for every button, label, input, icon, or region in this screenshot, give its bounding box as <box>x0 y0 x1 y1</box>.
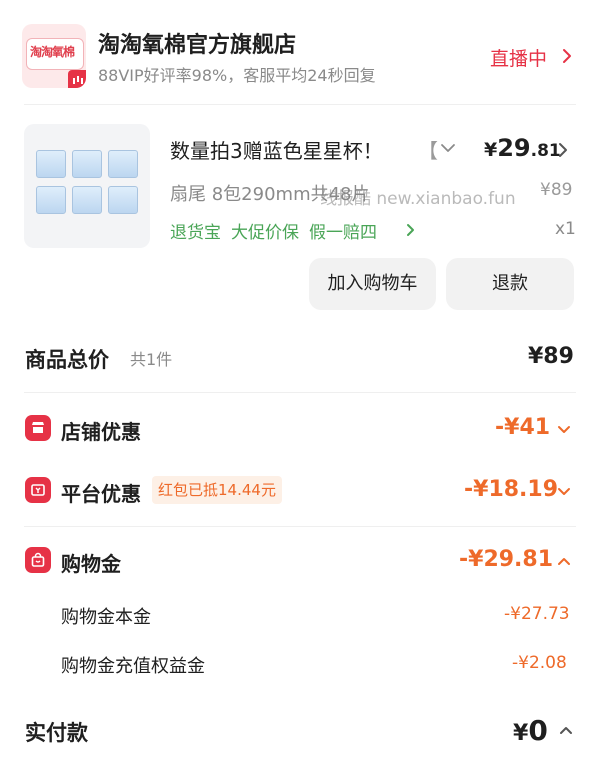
store-name[interactable]: 淘淘氧棉官方旗舰店 <box>98 27 296 59</box>
product-image[interactable] <box>24 124 150 248</box>
red-packet-tag: 红包已抵14.44元 <box>152 476 282 504</box>
service-tag: 假一赔四 <box>309 223 377 243</box>
chevron-down-icon[interactable] <box>556 424 572 436</box>
shopping-credit-value[interactable]: -¥29.81 <box>459 547 553 572</box>
total-count: 共1件 <box>130 350 173 369</box>
divider <box>24 392 576 393</box>
store-icon <box>25 415 51 441</box>
service-tags[interactable]: 退货宝 大促价保 假一赔四 <box>170 218 387 243</box>
store-logo-text: 淘淘氧棉 <box>30 45 75 59</box>
product-title-overflow: 【 <box>418 139 438 163</box>
credit-principal-label: 购物金本金 <box>61 607 151 628</box>
chevron-right-icon[interactable] <box>556 141 570 159</box>
product-original-price: ¥89 <box>540 180 573 200</box>
product-pack-image <box>108 150 138 178</box>
product-pack-image <box>108 186 138 214</box>
credit-bonus-label: 购物金充值权益金 <box>61 656 205 677</box>
live-chart-icon <box>68 70 86 88</box>
amount-paid-label: 实付款 <box>25 721 88 745</box>
store-rating-text: 88VIP好评率98%，客服平均24秒回复 <box>98 66 376 85</box>
chevron-up-icon[interactable] <box>558 724 574 736</box>
product-pack-image <box>36 186 66 214</box>
product-price: ¥29.81 <box>484 134 561 162</box>
add-to-cart-button[interactable]: 加入购物车 <box>309 258 436 310</box>
watermark: 线报酷 new.xianbao.fun <box>320 189 516 209</box>
chevron-right-icon[interactable] <box>405 222 417 238</box>
amount-paid-value: ¥0 <box>513 714 548 747</box>
product-title[interactable]: 数量拍3赠蓝色星星杯！ <box>170 135 383 164</box>
credit-bonus-value: -¥2.08 <box>512 653 567 673</box>
shopping-bag-icon <box>25 547 51 573</box>
coupon-icon <box>25 477 51 503</box>
total-label: 商品总价 <box>25 348 109 372</box>
chevron-down-icon[interactable] <box>439 141 457 155</box>
shopping-credit-label: 购物金 <box>61 552 121 576</box>
product-pack-image <box>72 150 102 178</box>
store-discount-value[interactable]: -¥41 <box>495 415 550 440</box>
platform-discount-label: 平台优惠 <box>61 482 141 506</box>
chevron-up-icon[interactable] <box>556 555 572 567</box>
platform-discount-value[interactable]: -¥18.19 <box>464 477 558 502</box>
product-quantity: x1 <box>555 219 576 239</box>
chevron-down-icon[interactable] <box>556 486 572 498</box>
store-discount-label: 店铺优惠 <box>61 420 141 444</box>
live-status-link[interactable]: 直播中 <box>490 44 547 71</box>
credit-principal-value: -¥27.73 <box>504 604 570 624</box>
service-tag: 退货宝 <box>170 223 221 243</box>
service-tag: 大促价保 <box>231 223 299 243</box>
product-pack-image <box>36 150 66 178</box>
total-value: ¥89 <box>528 344 574 369</box>
paid-currency: ¥ <box>513 721 529 746</box>
store-logo[interactable]: 淘淘氧棉 <box>22 24 86 88</box>
paid-amount: 0 <box>528 714 548 747</box>
chevron-right-icon[interactable] <box>560 47 574 65</box>
price-currency: ¥ <box>484 139 498 161</box>
divider <box>24 104 576 105</box>
divider <box>24 526 576 527</box>
refund-button[interactable]: 退款 <box>446 258 574 310</box>
price-integer: 29 <box>497 134 531 162</box>
product-pack-image <box>72 186 102 214</box>
